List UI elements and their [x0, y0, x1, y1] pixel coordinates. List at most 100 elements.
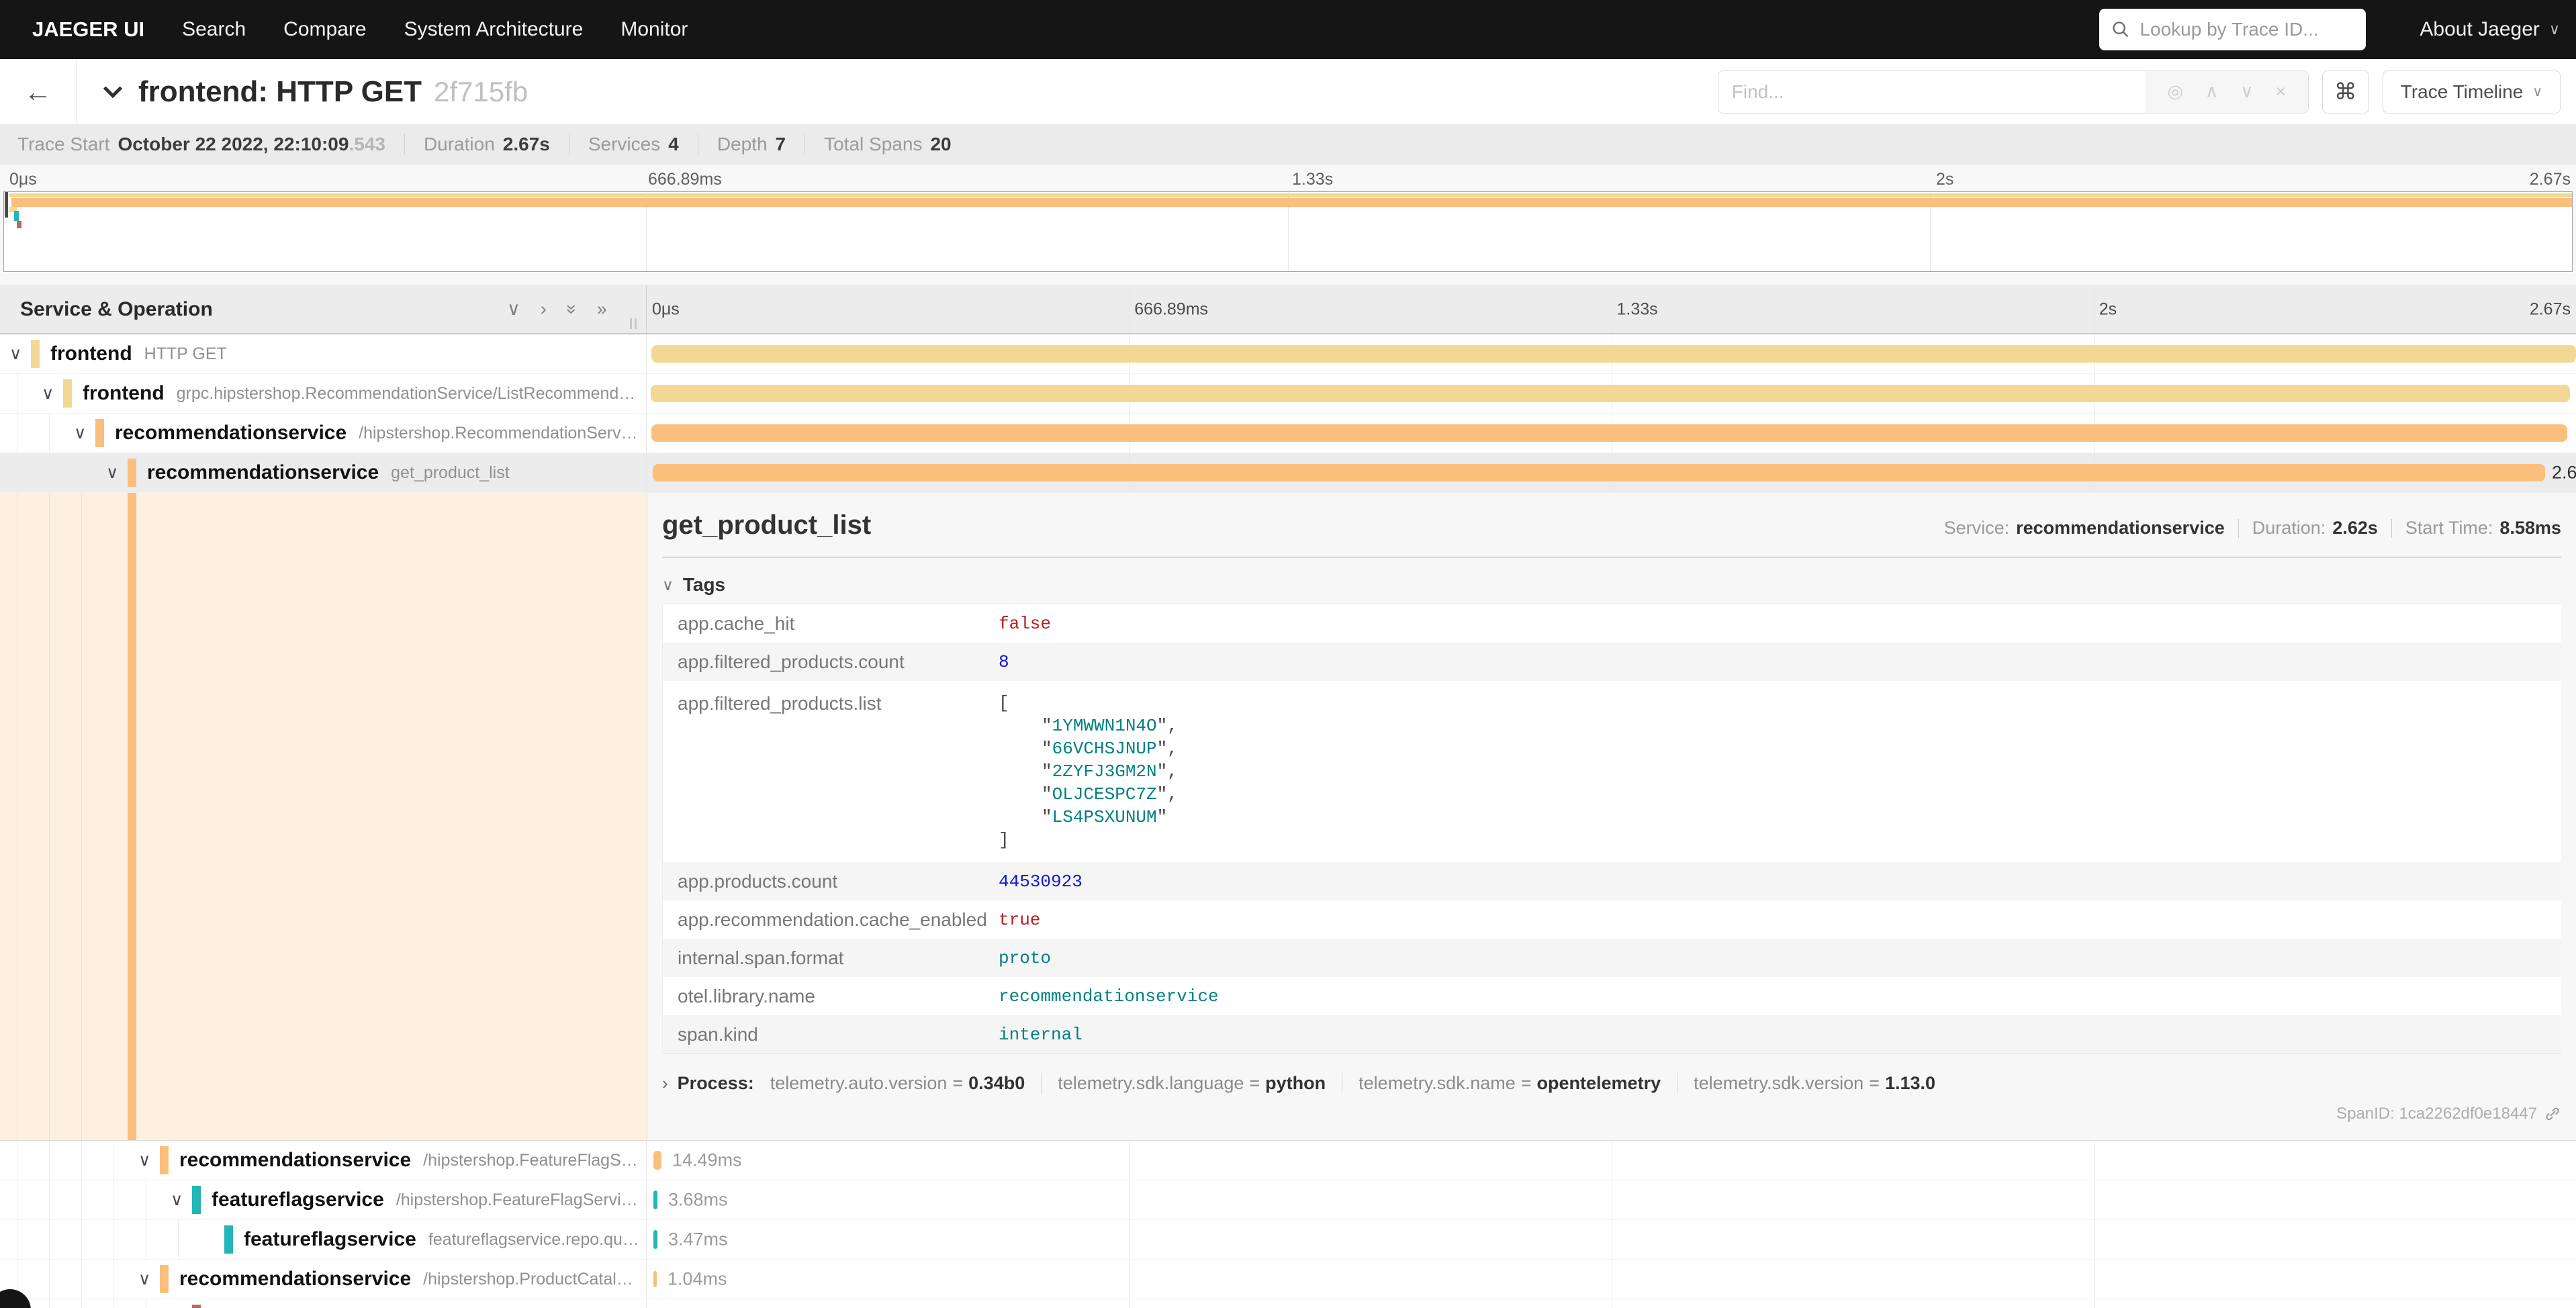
- span-timeline-cell[interactable]: 3.68ms: [647, 1180, 2576, 1219]
- chevron-down-icon[interactable]: ∨: [9, 344, 21, 364]
- chevron-down-icon[interactable]: ∨: [74, 423, 86, 443]
- ruler-tick-label: 2s: [1936, 170, 1953, 189]
- trace-lookup-search[interactable]: [2099, 9, 2366, 50]
- span-name-cell[interactable]: [0, 1299, 647, 1308]
- span-name-cell[interactable]: ∨recommendationservice/hipstershop.Featu…: [0, 1141, 647, 1180]
- span-name-cell[interactable]: ∨recommendationservice/hipstershop.Recom…: [0, 414, 647, 453]
- chevron-down-icon[interactable]: ∨: [106, 463, 118, 483]
- span-row[interactable]: ∨recommendationservice/hipstershop.Produ…: [0, 1260, 2576, 1299]
- tag-row[interactable]: otel.library.namerecommendationservice: [663, 977, 2561, 1015]
- span-name-cell[interactable]: ∨featureflagservice/hipstershop.FeatureF…: [0, 1180, 647, 1219]
- indent-guide: [49, 453, 50, 492]
- chevron-down-icon[interactable]: ∨: [171, 1190, 183, 1210]
- chevron-down-icon[interactable]: ∨: [42, 383, 54, 404]
- span-timeline-cell[interactable]: 3.47ms: [647, 1220, 2576, 1259]
- detail-meta-label: Start Time:: [2405, 518, 2493, 539]
- copy-link-icon[interactable]: [2544, 1105, 2561, 1123]
- span-bar[interactable]: [651, 424, 2567, 442]
- app-logo[interactable]: JAEGER UI: [32, 17, 144, 42]
- expand-all-icon[interactable]: »: [597, 299, 607, 320]
- span-timeline-cell[interactable]: [647, 374, 2576, 413]
- service-color-bar: [128, 493, 136, 1140]
- tag-row[interactable]: app.recommendation.cache_enabledtrue: [663, 900, 2561, 939]
- chevron-down-icon[interactable]: ∨: [138, 1150, 150, 1170]
- collapse-trace-chevron-icon[interactable]: [103, 79, 122, 97]
- span-row[interactable]: featureflagservicefeatureflagservice.rep…: [0, 1220, 2576, 1260]
- tag-row[interactable]: app.filtered_products.count8: [663, 643, 2561, 681]
- tag-row[interactable]: app.filtered_products.list["1YMWWN1N4O",…: [663, 681, 2561, 862]
- timeline-tick-label: 1.33s: [1617, 299, 1658, 319]
- span-row[interactable]: [0, 1299, 2576, 1308]
- span-row[interactable]: ∨recommendationservice/hipstershop.Featu…: [0, 1141, 2576, 1180]
- back-button[interactable]: ←: [0, 59, 77, 124]
- tags-accordion[interactable]: ∨ Tags: [662, 574, 2561, 596]
- span-bar[interactable]: [651, 385, 2571, 402]
- process-attr-value: opentelemetry: [1537, 1073, 1661, 1094]
- operation-name: /hipstershop.FeatureFlagService...: [423, 1151, 641, 1170]
- span-tick[interactable]: [653, 1271, 657, 1287]
- tag-key: otel.library.name: [663, 986, 999, 1007]
- process-accordion[interactable]: › Process: telemetry.auto.version=0.34b0…: [662, 1073, 2561, 1094]
- process-attribute: telemetry.sdk.version=1.13.0: [1677, 1073, 1935, 1094]
- process-attr-value: 0.34b0: [968, 1073, 1025, 1094]
- tag-row[interactable]: app.cache_hitfalse: [663, 604, 2561, 643]
- span-timeline-cell[interactable]: [647, 334, 2576, 373]
- span-name-cell[interactable]: ∨frontendgrpc.hipstershop.Recommendation…: [0, 374, 647, 413]
- span-bar[interactable]: [651, 345, 2576, 363]
- chevron-right-icon: ›: [662, 1073, 668, 1094]
- ruler-tick-label: 666.89ms: [648, 170, 722, 189]
- span-rows-above: ∨frontendHTTP GET∨frontendgrpc.hipstersh…: [0, 334, 2576, 493]
- span-bar[interactable]: [653, 464, 2545, 481]
- meta-value-suffix: .543: [349, 134, 385, 155]
- column-resize-handle[interactable]: [630, 318, 637, 329]
- gridline: [2094, 285, 2095, 333]
- prev-match-icon[interactable]: ∧: [2205, 81, 2219, 102]
- gridline: [2094, 1220, 2095, 1259]
- service-color-bar: [224, 1225, 233, 1254]
- find-input[interactable]: [1718, 71, 2146, 113]
- span-timeline-cell[interactable]: 14.49ms: [647, 1141, 2576, 1180]
- span-timeline-cell[interactable]: [647, 414, 2576, 453]
- nav-link-system-architecture[interactable]: System Architecture: [404, 18, 584, 41]
- nav-link-monitor[interactable]: Monitor: [620, 18, 688, 41]
- span-name-cell[interactable]: ∨frontendHTTP GET: [0, 334, 647, 373]
- span-row[interactable]: ∨featureflagservice/hipstershop.FeatureF…: [0, 1180, 2576, 1220]
- tag-row[interactable]: app.products.count44530923: [663, 862, 2561, 900]
- span-timeline-cell[interactable]: 2.62s: [647, 453, 2576, 492]
- trace-lookup-input[interactable]: [2140, 19, 2354, 40]
- service-name: featureflagservice: [212, 1188, 384, 1211]
- span-tick[interactable]: [653, 1151, 661, 1170]
- collapse-deep-icon[interactable]: »: [561, 304, 582, 314]
- span-name: featureflagservicefeatureflagservice.rep…: [244, 1220, 641, 1259]
- keyboard-shortcuts-button[interactable]: ⌘: [2322, 71, 2369, 113]
- span-row[interactable]: ∨frontendHTTP GET: [0, 334, 2576, 374]
- next-match-icon[interactable]: ∨: [2240, 81, 2254, 102]
- span-timeline-cell[interactable]: [647, 1299, 2576, 1308]
- span-timeline-cell[interactable]: 1.04ms: [647, 1260, 2576, 1299]
- span-tick[interactable]: [653, 1190, 657, 1209]
- view-mode-dropdown[interactable]: Trace Timeline ∨: [2383, 71, 2561, 113]
- clear-find-icon[interactable]: ×: [2275, 81, 2286, 102]
- focus-match-icon[interactable]: ◎: [2167, 81, 2183, 102]
- tag-row[interactable]: span.kindinternal: [663, 1015, 2561, 1054]
- span-row[interactable]: ∨frontendgrpc.hipstershop.Recommendation…: [0, 374, 2576, 414]
- nav-link-search[interactable]: Search: [182, 18, 246, 41]
- about-jaeger-menu[interactable]: About Jaeger ∨: [2420, 18, 2560, 41]
- view-range-handle[interactable]: [5, 192, 8, 218]
- chevron-down-icon: ∨: [2549, 21, 2560, 38]
- tag-row[interactable]: internal.span.formatproto: [663, 939, 2561, 977]
- expand-one-icon[interactable]: ›: [541, 299, 547, 320]
- collapse-all-icon[interactable]: ∨: [507, 299, 520, 320]
- span-row[interactable]: ∨recommendationservice/hipstershop.Recom…: [0, 414, 2576, 453]
- span-name-cell[interactable]: ∨recommendationservice/hipstershop.Produ…: [0, 1260, 647, 1299]
- span-row[interactable]: ∨recommendationserviceget_product_list2.…: [0, 453, 2576, 493]
- span-tick[interactable]: [653, 1230, 657, 1249]
- minimap-canvas[interactable]: [3, 191, 2573, 272]
- chevron-down-icon[interactable]: ∨: [138, 1269, 150, 1289]
- span-name-cell[interactable]: ∨recommendationserviceget_product_list: [0, 453, 647, 492]
- span-duration-label: 14.49ms: [672, 1150, 742, 1171]
- span-name-cell[interactable]: featureflagservicefeatureflagservice.rep…: [0, 1220, 647, 1259]
- indent-guide: [81, 1260, 82, 1299]
- nav-link-compare[interactable]: Compare: [283, 18, 366, 41]
- indent-guide: [113, 1260, 114, 1299]
